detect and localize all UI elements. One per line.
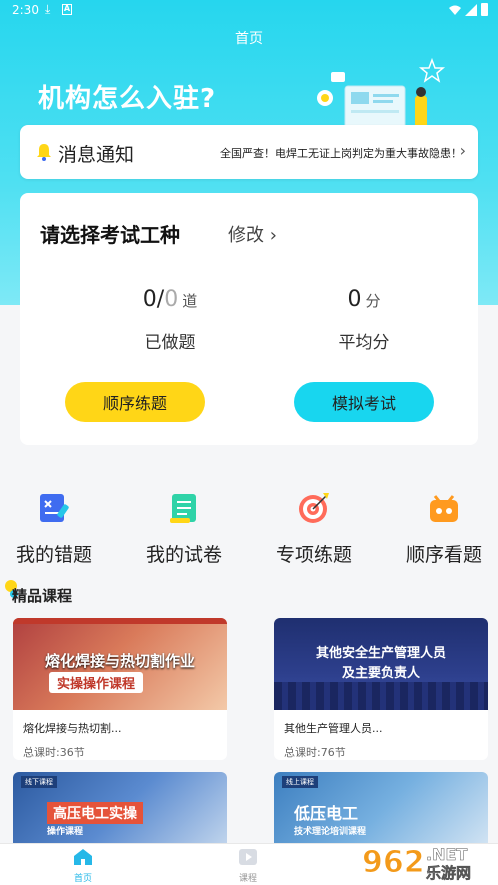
notice-bar[interactable]: 消息通知 全国严查！电焊工无证上岗判定为重大事故隐患！ ›: [20, 125, 478, 179]
exam-paper-icon: [170, 494, 196, 523]
course-tag: 线下课程: [21, 776, 57, 788]
course-hours: 总课时:36节: [23, 746, 85, 759]
quick-label: 我的错题: [15, 544, 92, 566]
sequential-practice-button[interactable]: 顺序练题: [65, 382, 205, 422]
course-name: 熔化焊接与热切割...: [23, 722, 122, 735]
wifi-icon: [449, 5, 461, 15]
thumbnail-subtitle: 实操操作课程: [49, 672, 144, 693]
course-tag: 线上课程: [282, 776, 318, 788]
thumbnail-title: 其他安全生产管理人员: [315, 646, 446, 661]
thumbnail-subtitle: 及主要负责人: [341, 666, 420, 681]
download-icon: ⤓: [45, 2, 51, 16]
exam-card: 请选择考试工种 修改 › 0/0 道 已做题 0分 平均分 顺序练题 模拟考试: [20, 193, 478, 445]
bell-icon: [37, 144, 51, 161]
game-controller-icon: [430, 495, 458, 522]
svg-text:乐游网: 乐游网: [426, 864, 471, 882]
quick-special-practice[interactable]: 专项练题: [252, 490, 376, 567]
tab-course[interactable]: 课程: [218, 848, 278, 884]
course-card[interactable]: 线下课程 高压电工实操 操作课程: [13, 772, 227, 852]
quick-my-papers[interactable]: 我的试卷: [122, 490, 246, 567]
page-title: 首页: [235, 31, 263, 47]
exam-type-title: 请选择考试工种: [40, 223, 180, 247]
course-hours: 总课时:76节: [284, 746, 346, 759]
banner-join-link[interactable]: 机构怎么入驻?: [38, 78, 216, 115]
cell-signal-icon: [465, 3, 477, 16]
svg-text:962: 962: [362, 845, 425, 880]
thumbnail-title: 高压电工实操: [47, 802, 143, 824]
average-score: 0: [347, 287, 362, 312]
course-name: 其他生产管理人员...: [284, 722, 383, 735]
modify-label: 修改: [228, 225, 264, 246]
chevron-right-icon: ›: [269, 225, 277, 246]
quick-label: 顺序看题: [405, 544, 482, 566]
thumbnail-subtitle: 技术理论培训课程: [294, 827, 367, 837]
tab-home-label: 首页: [73, 874, 92, 884]
notice-label: 消息通知: [58, 144, 135, 166]
site-watermark-logo: 962 .NET 乐游网: [362, 845, 472, 883]
notification-a-icon: A: [62, 4, 72, 15]
banner-illustration: [317, 58, 446, 129]
done-count: 0: [142, 287, 157, 312]
average-unit: 分: [365, 292, 381, 310]
notice-message[interactable]: 全国严查！电焊工无证上岗判定为重大事故隐患！: [220, 145, 462, 161]
battery-icon: [481, 3, 488, 16]
mock-exam-button[interactable]: 模拟考试: [294, 382, 434, 422]
course-thumbnail: 熔化焊接与热切割作业 实操操作课程: [13, 618, 227, 710]
home-icon: [74, 849, 92, 865]
average-score-stat: 0分 平均分: [294, 287, 434, 353]
wrong-notebook-icon: [40, 494, 69, 522]
course-card[interactable]: 其他安全生产管理人员 及主要负责人 其他生产管理人员... 总课时:76节: [274, 618, 488, 760]
done-count-stat: 0/0 道 已做题: [100, 287, 240, 353]
course-thumbnail: 其他安全生产管理人员 及主要负责人: [274, 618, 488, 710]
thumbnail-title: 低压电工: [294, 804, 359, 823]
play-course-icon: [239, 849, 257, 865]
quick-sequential-view[interactable]: 顺序看题: [382, 490, 498, 567]
quick-label: 专项练题: [275, 544, 352, 566]
svg-text:.NET: .NET: [426, 845, 467, 864]
thumbnail-title: 熔化焊接与热切割作业: [44, 652, 195, 670]
total-count: 0: [164, 287, 179, 312]
modify-exam-type-link[interactable]: 修改 ›: [228, 221, 277, 247]
average-label: 平均分: [338, 333, 390, 353]
chevron-right-icon: ›: [459, 141, 466, 160]
done-unit: 道: [182, 292, 198, 310]
target-icon: [299, 493, 329, 523]
tab-course-label: 课程: [238, 874, 257, 884]
quick-label: 我的试卷: [145, 544, 222, 566]
status-bar: 2:30 ⤓ A: [0, 0, 498, 22]
done-label: 已做题: [144, 333, 196, 353]
course-card[interactable]: 熔化焊接与热切割作业 实操操作课程 熔化焊接与热切割... 总课时:36节: [13, 618, 227, 760]
quick-wrong-questions[interactable]: 我的错题: [0, 490, 116, 567]
status-time: 2:30: [12, 3, 39, 17]
section-title: 精品课程: [12, 587, 73, 605]
thumbnail-subtitle: 操作课程: [47, 827, 84, 837]
tab-home[interactable]: 首页: [53, 848, 113, 884]
